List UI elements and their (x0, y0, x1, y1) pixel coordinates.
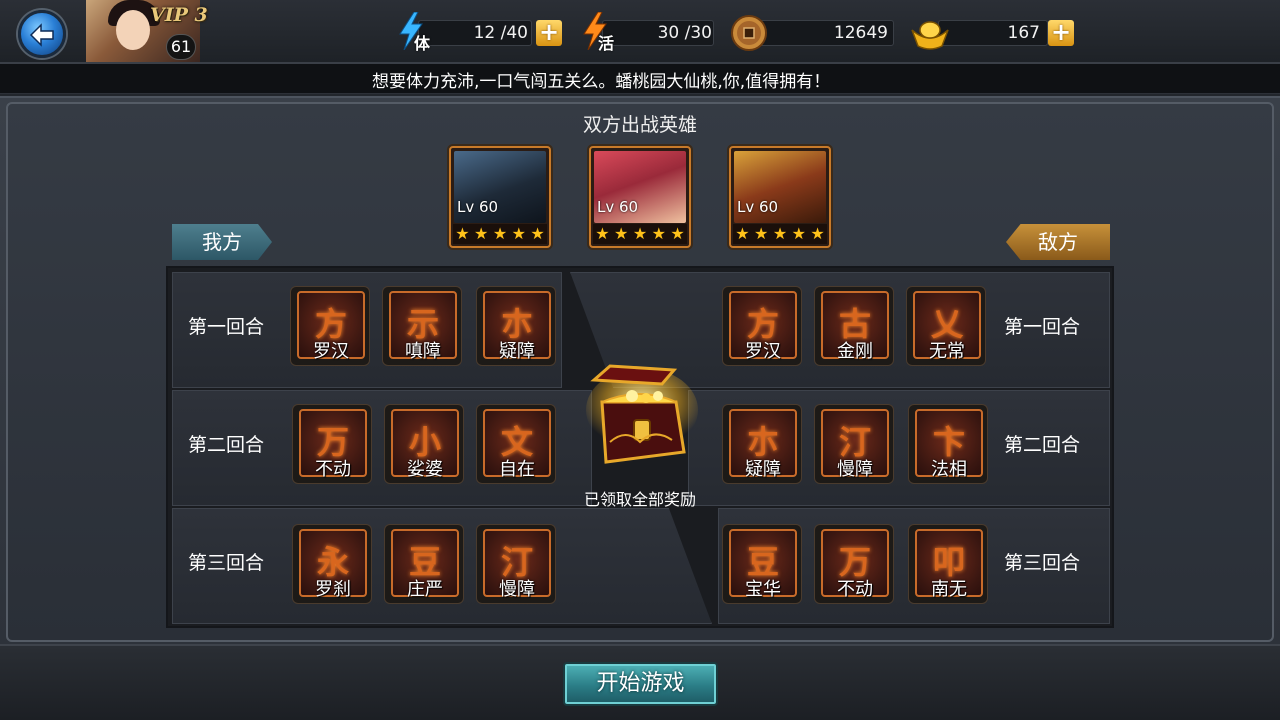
skill-name: 罗刹 (315, 579, 351, 600)
gold-resource: 167 + (910, 16, 1076, 50)
battle-panel: 双方出战英雄 Lv 60 ★ ★ ★ ★ ★ Lv 60 ★ ★ ★ ★ ★ Lv 60 ★ ★ ★… (0, 96, 1280, 644)
reward-status-text: 已领取全部奖励 (583, 490, 696, 509)
star-icon: ★ (791, 224, 806, 243)
enemy-side-tab: 敌方 (1006, 224, 1110, 260)
star-icon: ★ (632, 224, 648, 243)
back-button[interactable] (18, 10, 66, 58)
hero-level: Lv 60 (737, 198, 779, 216)
skill-icon[interactable]: 汀慢障 (476, 524, 556, 604)
round-label-left: 第一回合 (188, 316, 265, 338)
skill-name: 慢障 (499, 579, 535, 600)
hero-card[interactable]: Lv 60 ★ ★ ★ ★ ★ (589, 146, 691, 248)
skill-icon[interactable]: 豆宝华 (722, 524, 802, 604)
announcement-text: 想要体力充沛,一口气闯五关么。蟠桃园大仙桃,你,值得拥有！ (372, 72, 831, 92)
skill-name: 自在 (499, 459, 535, 480)
skill-icon[interactable]: 万不动 (814, 524, 894, 604)
skill-icon[interactable]: 叩南无 (908, 524, 988, 604)
skill-icon[interactable]: 方罗汉 (290, 286, 370, 366)
game-screen: VIP 3 61 体 12 /40 + 活 30 /30 12649 167 +… (0, 0, 1280, 720)
star-icon: ★ (530, 224, 545, 243)
heroes-title: 双方出战英雄 (582, 114, 697, 136)
skill-name: 庄严 (407, 579, 443, 600)
my-side-tab: 我方 (172, 224, 272, 260)
skill-icon[interactable]: 永罗刹 (292, 524, 372, 604)
skill-name: 法相 (931, 459, 967, 480)
star-icon: ★ (772, 224, 788, 243)
skill-icon[interactable]: 朩疑障 (476, 286, 556, 366)
hero-level: Lv 60 (597, 198, 639, 216)
star-icon: ★ (735, 224, 750, 243)
skill-name: 不动 (315, 459, 351, 480)
treasure-chest-icon[interactable] (580, 362, 700, 472)
skill-name: 不动 (837, 579, 873, 600)
skill-name: 嗔障 (405, 341, 441, 362)
skill-icon[interactable]: 万不动 (292, 404, 372, 484)
skill-icon[interactable]: 乂无常 (906, 286, 986, 366)
star-icon: ★ (614, 224, 629, 243)
star-icon: ★ (492, 224, 508, 243)
star-icon: ★ (754, 224, 769, 243)
hero-card[interactable]: Lv 60 ★ ★ ★ ★ ★ (729, 146, 831, 248)
skill-name: 罗汉 (313, 341, 349, 362)
skill-name: 娑婆 (407, 459, 443, 480)
avatar-face (116, 10, 150, 50)
gold-plus-button[interactable]: + (1048, 20, 1074, 46)
skill-icon[interactable]: 文自在 (476, 404, 556, 484)
top-bar: VIP 3 61 体 12 /40 + 活 30 /30 12649 167 + (0, 0, 1280, 64)
coin-value: 12649 (833, 23, 888, 43)
skill-icon[interactable]: 卞法相 (908, 404, 988, 484)
vitality-tag: 活 (598, 34, 615, 53)
coin-icon (731, 15, 767, 51)
star-icon: ★ (474, 224, 489, 243)
back-arrow-icon (29, 23, 54, 47)
skill-icon[interactable]: 朩疑障 (722, 404, 802, 484)
hero-stars: ★ ★ ★ ★ ★ (733, 224, 827, 244)
stamina-value: 12 /40 (473, 23, 528, 43)
gold-ingot-icon (911, 21, 949, 50)
plus-icon: + (1050, 18, 1072, 46)
star-icon: ★ (810, 224, 825, 243)
round-label-right: 第三回合 (1004, 552, 1081, 574)
vitality-resource: 活 30 /30 (582, 12, 718, 53)
skill-icon[interactable]: 示嗔障 (382, 286, 462, 366)
skill-icon[interactable]: 小娑婆 (384, 404, 464, 484)
star-icon: ★ (670, 224, 685, 243)
skill-icon[interactable]: 汀慢障 (814, 404, 894, 484)
start-game-button[interactable]: 开始游戏 (563, 662, 718, 706)
skill-name: 疑障 (745, 459, 781, 480)
skill-name: 南无 (931, 579, 967, 600)
coin-resource: 12649 (730, 15, 896, 51)
star-icon: ★ (455, 224, 470, 243)
vitality-value: 30 /30 (657, 23, 712, 43)
plus-icon: + (538, 18, 560, 46)
hero-stars: ★ ★ ★ ★ ★ (453, 224, 547, 244)
announcement-bar: 想要体力充沛,一口气闯五关么。蟠桃园大仙桃,你,值得拥有！ (0, 64, 1280, 94)
stamina-tag: 体 (414, 34, 431, 53)
skill-name: 宝华 (745, 579, 781, 600)
star-icon: ★ (651, 224, 666, 243)
skill-icon[interactable]: 方罗汉 (722, 286, 802, 366)
player-level-badge: 61 (166, 34, 196, 60)
skill-name: 罗汉 (745, 341, 781, 362)
hero-card[interactable]: Lv 60 ★ ★ ★ ★ ★ (449, 146, 551, 248)
vip-label: VIP 3 (150, 4, 208, 26)
star-icon: ★ (595, 224, 610, 243)
skill-icon[interactable]: 古金刚 (814, 286, 894, 366)
round-label-right: 第一回合 (1004, 316, 1081, 338)
round-label-left: 第三回合 (188, 552, 265, 574)
hero-stars: ★ ★ ★ ★ ★ (593, 224, 687, 244)
star-icon: ★ (511, 224, 526, 243)
skill-name: 无常 (929, 341, 965, 362)
stamina-resource: 体 12 /40 + (398, 12, 564, 53)
hero-level: Lv 60 (457, 198, 499, 216)
round-label-left: 第二回合 (188, 434, 265, 456)
skill-name: 疑障 (499, 341, 535, 362)
skill-icon[interactable]: 豆庄严 (384, 524, 464, 604)
skill-name: 金刚 (837, 341, 873, 362)
gold-value: 167 (1007, 23, 1040, 43)
skill-name: 慢障 (837, 459, 873, 480)
stamina-plus-button[interactable]: + (536, 20, 562, 46)
round-label-right: 第二回合 (1004, 434, 1081, 456)
